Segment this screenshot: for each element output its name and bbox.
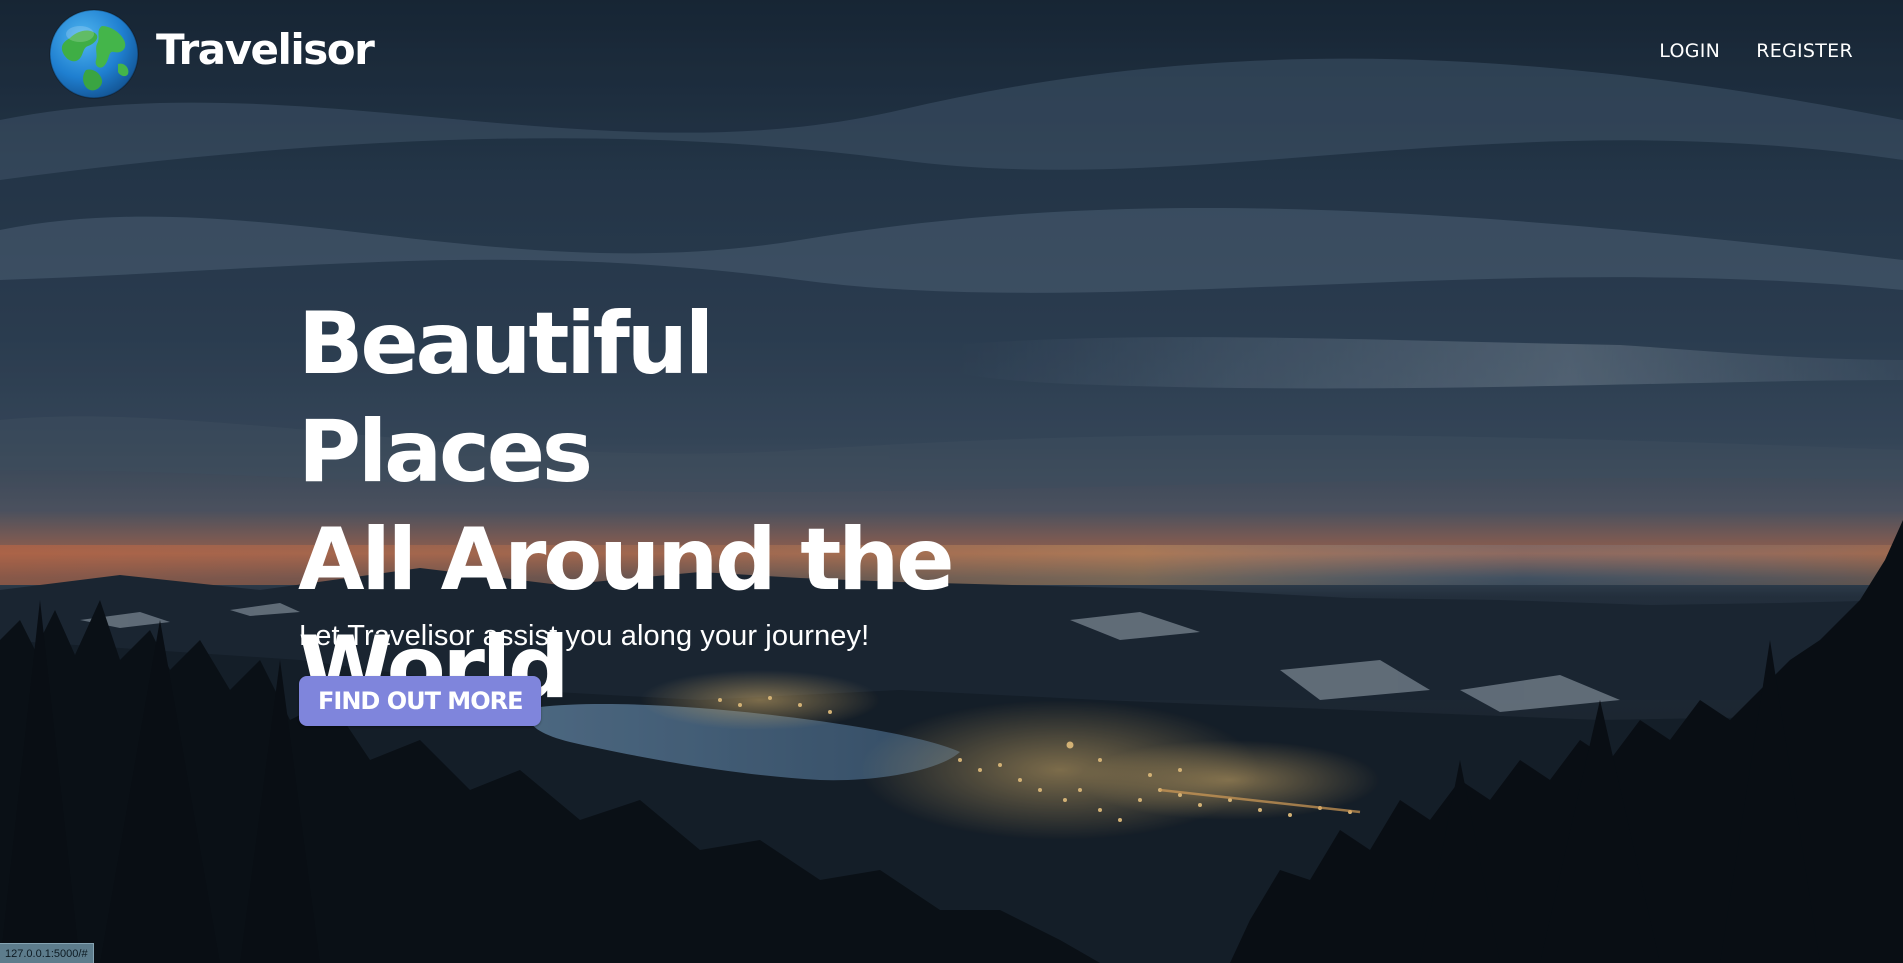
hero-tagline: Let Travelisor assist you along your jou…	[299, 620, 870, 652]
register-link[interactable]: REGISTER	[1756, 40, 1853, 62]
nav-links: LOGIN REGISTER	[1659, 40, 1853, 62]
status-bar-url: 127.0.0.1:5000/#	[0, 943, 94, 963]
hero-headline: Beautiful Places All Around the World	[298, 290, 1018, 722]
brand-name: Travelisor	[156, 24, 375, 74]
top-navbar: Travelisor LOGIN REGISTER	[0, 0, 1903, 110]
headline-line-1: Beautiful Places	[298, 294, 714, 502]
brand-home-link[interactable]: Travelisor	[48, 8, 375, 100]
login-link[interactable]: LOGIN	[1659, 40, 1720, 62]
globe-icon	[49, 9, 139, 99]
hero-section: Travelisor LOGIN REGISTER Beautiful Plac…	[0, 0, 1903, 963]
find-out-more-button[interactable]: FIND OUT MORE	[299, 676, 542, 726]
headline-line-2: All Around the	[298, 510, 955, 610]
